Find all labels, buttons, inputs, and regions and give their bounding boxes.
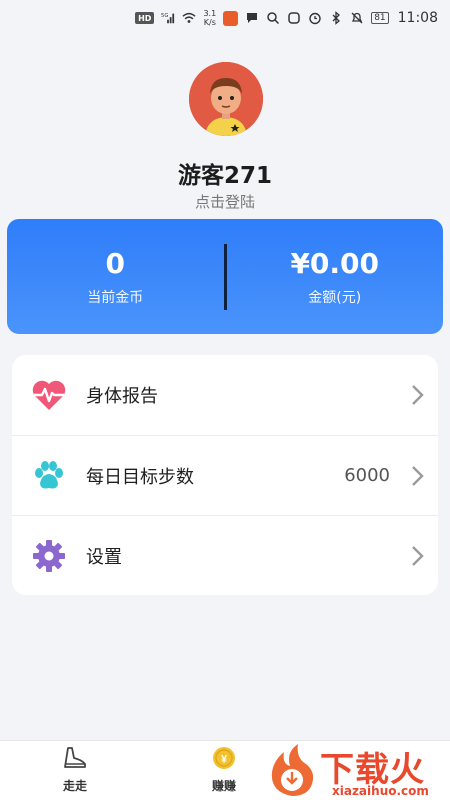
battery-level: 81 [371, 12, 389, 24]
menu-item-body-report[interactable]: 身体报告 [12, 355, 438, 435]
chevron-right-icon [412, 465, 424, 486]
chevron-right-icon [412, 545, 424, 566]
menu-list: 身体报告 每日目标步数 6000 设置 [12, 355, 438, 595]
cellular-signal-icon: 5G [161, 13, 175, 24]
speed-value: 3.1 [203, 9, 217, 18]
menu-item-label: 每日目标步数 [86, 466, 194, 488]
paw-icon [30, 457, 68, 495]
gear-icon [30, 537, 68, 575]
login-link[interactable]: 点击登陆 [0, 191, 450, 212]
app-notification-icon [223, 10, 239, 26]
heartbeat-icon [30, 376, 68, 414]
message-icon [247, 13, 258, 23]
amount-value: ¥0.00 [290, 246, 380, 280]
daily-steps-value: 6000 [344, 465, 390, 486]
tab-walk-label: 走走 [62, 779, 87, 793]
hd-badge: HD [135, 12, 155, 24]
menu-item-daily-steps[interactable]: 每日目标步数 6000 [12, 435, 438, 515]
tab-earn-label: 赚赚 [211, 779, 236, 793]
clock: 11:08 [397, 10, 438, 26]
amount-label: 金额(元) [308, 289, 362, 306]
coins-value: 0 [105, 246, 125, 280]
battery-icon: 81 [371, 12, 389, 24]
wifi-icon [182, 12, 197, 23]
user-nickname[interactable]: 游客271 [0, 156, 450, 190]
shoe-icon [64, 747, 86, 768]
coins-label: 当前金币 [87, 289, 144, 306]
watermark: 下载火 xiazaihuo.com [262, 742, 450, 800]
menu-item-settings[interactable]: 设置 [12, 515, 438, 595]
coins-stat[interactable]: 0 当前金币 [7, 247, 224, 307]
status-bar: HD 5G 3.1 K/s 81 11:08 [0, 0, 450, 36]
svg-text:¥: ¥ [221, 754, 228, 766]
menu-item-label: 身体报告 [86, 386, 158, 407]
chevron-right-icon [412, 385, 424, 405]
amount-stat[interactable]: ¥0.00 金额(元) [227, 247, 444, 307]
screen-icon [288, 12, 300, 24]
tab-earn[interactable]: ¥ 赚赚 [189, 745, 259, 794]
avatar-illustration [189, 62, 263, 136]
tab-walk[interactable]: 走走 [40, 745, 110, 794]
network-speed: 3.1 K/s [203, 9, 216, 27]
flame-logo-icon [271, 744, 314, 796]
chat-search-icon [267, 12, 280, 25]
bluetooth-icon [332, 11, 341, 25]
network-type: 5G [161, 13, 168, 19]
mute-bell-icon [351, 12, 363, 24]
speed-unit: K/s [203, 18, 216, 27]
wallet-card: 0 当前金币 ¥0.00 金额(元) [7, 219, 443, 334]
avatar[interactable] [189, 62, 263, 136]
watermark-url: xiazaihuo.com [332, 784, 429, 798]
alarm-icon [309, 12, 321, 25]
menu-item-label: 设置 [86, 546, 122, 568]
coin-icon: ¥ [213, 747, 235, 769]
